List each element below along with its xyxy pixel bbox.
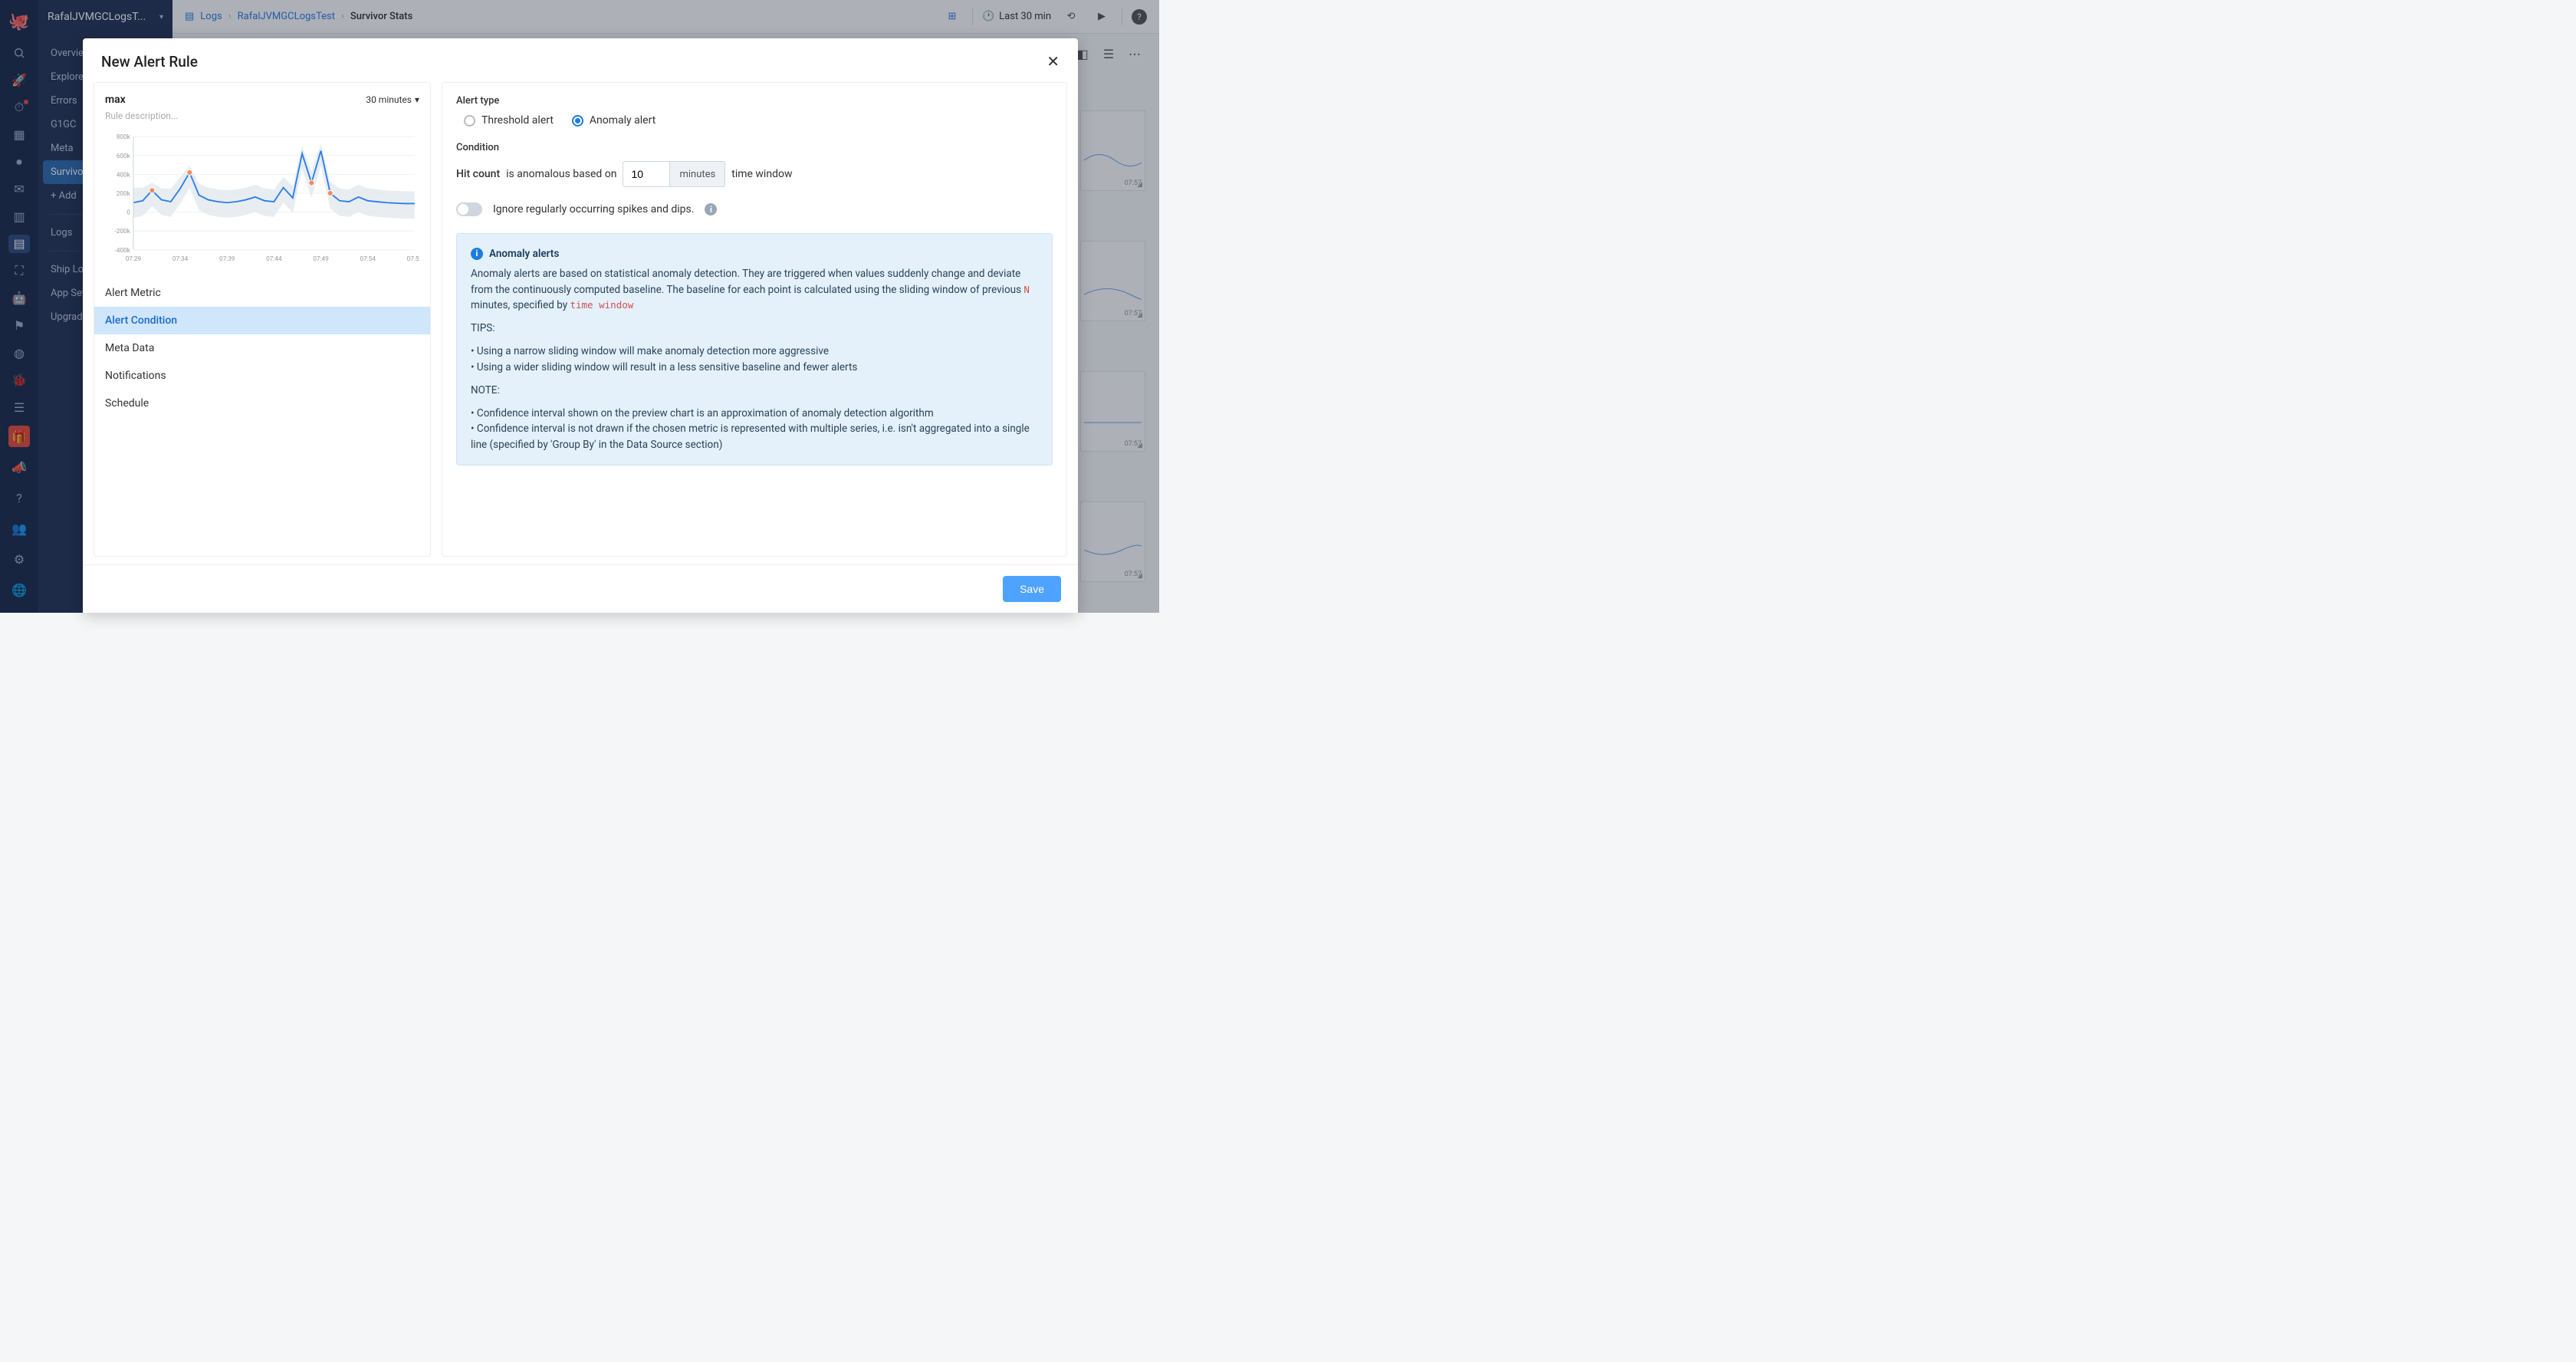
radio-icon (572, 115, 583, 127)
note-2: • Confidence interval is not drawn if th… (471, 421, 1038, 452)
svg-text:0: 0 (127, 209, 130, 217)
ignore-spikes-label: Ignore regularly occurring spikes and di… (493, 203, 694, 215)
time-window-unit: minutes (670, 161, 725, 187)
svg-text:07:39: 07:39 (219, 255, 235, 263)
svg-text:200k: 200k (117, 190, 131, 198)
ignore-spikes-row: Ignore regularly occurring spikes and di… (456, 202, 1053, 216)
time-window-input[interactable] (623, 161, 670, 187)
tab-alert-condition[interactable]: Alert Condition (94, 307, 430, 334)
svg-text:07:34: 07:34 (172, 255, 189, 263)
modal-title: New Alert Rule (101, 53, 198, 71)
rule-description-input[interactable]: Rule description... (94, 110, 430, 129)
ignore-spikes-toggle[interactable] (456, 202, 482, 216)
caret-down-icon: ▾ (415, 94, 419, 105)
svg-text:800k: 800k (117, 133, 131, 141)
new-alert-modal: New Alert Rule ✕ max 30 minutes ▾ Rule d… (83, 38, 1078, 613)
condition-label: Condition (456, 142, 1053, 153)
radio-anomaly[interactable]: Anomaly alert (572, 114, 656, 127)
save-button[interactable]: Save (1003, 576, 1061, 602)
note-1: • Confidence interval shown on the previ… (471, 406, 1038, 421)
condition-metric: Hit count (456, 168, 500, 180)
tab-schedule[interactable]: Schedule (94, 390, 430, 417)
chart-name: max (105, 94, 126, 106)
tab-notifications[interactable]: Notifications (94, 362, 430, 390)
anomaly-info-box: i Anomaly alerts Anomaly alerts are base… (456, 233, 1053, 466)
info-icon[interactable]: i (705, 203, 717, 215)
radio-threshold[interactable]: Threshold alert (464, 114, 554, 127)
tab-alert-metric[interactable]: Alert Metric (94, 279, 430, 307)
alert-type-radios: Threshold alert Anomaly alert (456, 114, 1053, 127)
chart-range-dropdown[interactable]: 30 minutes ▾ (366, 94, 419, 105)
alert-type-label: Alert type (456, 95, 1053, 107)
preview-chart: -400k -200k 0 200k 400k 600k 800k 07:29 07:34 07:… (94, 129, 430, 271)
info-title: Anomaly alerts (489, 246, 559, 262)
condition-row: Hit count is anomalous based on minutes … (456, 161, 1053, 187)
info-body: Anomaly alerts are based on statistical … (471, 266, 1038, 313)
right-panel: Alert type Threshold alert Anomaly alert… (442, 82, 1067, 557)
tip-1: • Using a narrow sliding window will mak… (471, 344, 1038, 359)
info-icon: i (471, 248, 483, 260)
svg-text:07:49: 07:49 (313, 255, 329, 263)
condition-phrase-2: time window (731, 168, 792, 180)
modal-header: New Alert Rule ✕ (83, 38, 1078, 82)
svg-text:600k: 600k (117, 153, 131, 160)
tip-2: • Using a wider sliding window will resu… (471, 360, 1038, 375)
left-panel: max 30 minutes ▾ Rule description... -40… (94, 82, 431, 557)
close-icon[interactable]: ✕ (1046, 52, 1060, 71)
svg-text:07:54: 07:54 (360, 255, 376, 263)
svg-text:07:29: 07:29 (126, 255, 142, 263)
svg-text:400k: 400k (117, 171, 131, 179)
tab-meta-data[interactable]: Meta Data (94, 334, 430, 362)
condition-phrase: is anomalous based on (506, 168, 616, 180)
svg-text:-400k: -400k (115, 247, 131, 255)
svg-text:07:59: 07:59 (407, 255, 419, 263)
svg-text:-200k: -200k (115, 228, 131, 235)
modal-side-tabs: Alert Metric Alert Condition Meta Data N… (94, 279, 430, 417)
radio-icon (464, 115, 475, 127)
svg-text:07:44: 07:44 (266, 255, 282, 263)
note-label: NOTE: (471, 383, 1038, 398)
tips-label: TIPS: (471, 321, 1038, 336)
modal-footer: Save (83, 564, 1078, 613)
